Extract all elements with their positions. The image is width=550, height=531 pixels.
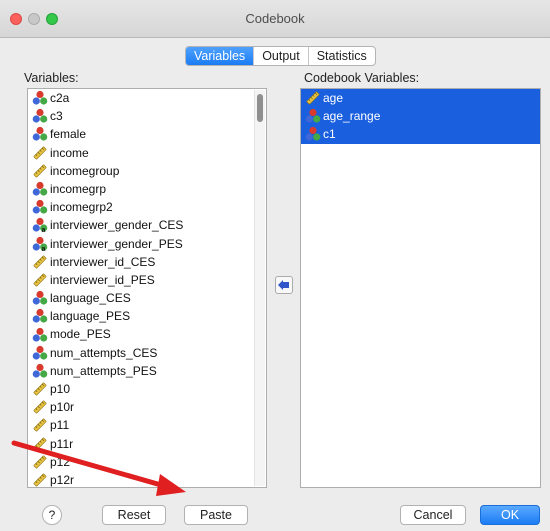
list-item-label: p12r xyxy=(50,472,75,487)
nominal-icon xyxy=(32,327,48,343)
list-item-label: interviewer_id_PES xyxy=(50,272,155,287)
list-item[interactable]: p10r xyxy=(28,398,266,416)
list-item[interactable]: incomegrp xyxy=(28,180,266,198)
list-item[interactable]: c3 xyxy=(28,107,266,125)
paste-button[interactable]: Paste xyxy=(184,505,248,525)
list-item[interactable]: language_CES xyxy=(28,289,266,307)
list-item-label: age_range xyxy=(323,109,381,124)
scale-icon xyxy=(32,163,48,179)
codebook-variables-list-rows: age age_range c1 xyxy=(301,89,540,144)
scale-icon xyxy=(32,454,48,470)
list-item-label: language_CES xyxy=(50,291,131,306)
list-item[interactable]: a interviewer_gender_CES xyxy=(28,216,266,234)
scale-icon xyxy=(32,417,48,433)
list-item[interactable]: incomegrp2 xyxy=(28,198,266,216)
variables-list-label: Variables: xyxy=(24,71,79,85)
list-item[interactable]: p12r xyxy=(28,471,266,487)
list-item[interactable]: num_attempts_CES xyxy=(28,344,266,362)
scale-icon xyxy=(32,272,48,288)
list-item[interactable]: language_PES xyxy=(28,307,266,325)
list-item-label: incomegrp2 xyxy=(50,200,113,215)
list-item[interactable]: interviewer_id_PES xyxy=(28,271,266,289)
list-item-label: p11r xyxy=(50,436,74,451)
nominal-icon xyxy=(32,90,48,106)
window-title: Codebook xyxy=(245,11,305,26)
nominal-icon xyxy=(32,199,48,215)
scale-icon xyxy=(32,381,48,397)
nominal-icon xyxy=(32,290,48,306)
list-item-label: interviewer_gender_PES xyxy=(50,236,183,251)
nominal-icon xyxy=(32,308,48,324)
list-item[interactable]: p11r xyxy=(28,435,266,453)
scale-icon xyxy=(305,90,321,106)
tab-variables[interactable]: Variables xyxy=(186,47,254,65)
list-item[interactable]: age_range xyxy=(301,107,540,126)
list-item-label: income xyxy=(50,145,89,160)
tab-statistics[interactable]: Statistics xyxy=(307,47,375,65)
list-item-label: female xyxy=(50,127,87,142)
scrollbar-thumb[interactable] xyxy=(257,94,263,122)
codebook-variables-list-label: Codebook Variables: xyxy=(304,71,420,85)
variables-list-rows: c2a c3 female income incomegroup incomegrp inc… xyxy=(28,89,266,487)
list-item-label: c3 xyxy=(50,109,63,124)
nominal-icon xyxy=(32,345,48,361)
scale-icon xyxy=(32,254,48,270)
list-item-label: incomegroup xyxy=(50,163,120,178)
list-item-label: interviewer_id_CES xyxy=(50,254,156,269)
list-item[interactable]: mode_PES xyxy=(28,325,266,343)
scale-icon xyxy=(32,436,48,452)
list-item-label: interviewer_gender_CES xyxy=(50,218,184,233)
list-item[interactable]: c2a xyxy=(28,89,266,107)
list-item-label: p12 xyxy=(50,454,71,469)
cancel-button[interactable]: Cancel xyxy=(400,505,466,525)
nominal-icon xyxy=(32,181,48,197)
nominal-icon xyxy=(305,108,321,124)
svg-text:a: a xyxy=(42,246,46,252)
scale-icon xyxy=(32,472,48,487)
list-item-label: p11 xyxy=(50,418,70,433)
list-item[interactable]: p10 xyxy=(28,380,266,398)
list-item[interactable]: p12 xyxy=(28,453,266,471)
list-item[interactable]: female xyxy=(28,125,266,143)
reset-button[interactable]: Reset xyxy=(102,505,166,525)
list-item[interactable]: a interviewer_gender_PES xyxy=(28,235,266,253)
nominal-icon xyxy=(32,126,48,142)
list-item-label: incomegrp xyxy=(50,181,107,196)
tab-output[interactable]: Output xyxy=(253,47,308,65)
scale-icon xyxy=(32,399,48,415)
list-item-label: c2a xyxy=(50,91,70,105)
tab-bar: Variables Output Statistics xyxy=(185,46,376,66)
svg-text:a: a xyxy=(42,227,46,233)
nominal-string-icon: a xyxy=(32,217,48,234)
nominal-icon xyxy=(305,126,321,142)
list-item[interactable]: num_attempts_PES xyxy=(28,362,266,380)
list-item-label: p10r xyxy=(50,400,75,415)
list-item[interactable]: incomegroup xyxy=(28,162,266,180)
list-item-label: p10 xyxy=(50,382,71,396)
list-item-label: language_PES xyxy=(50,309,131,324)
codebook-dialog: Codebook Variables Output Statistics Var… xyxy=(0,0,550,531)
ok-button[interactable]: OK xyxy=(480,505,540,525)
list-item[interactable]: income xyxy=(28,144,266,162)
variables-list[interactable]: c2a c3 female income incomegroup incomegrp inc… xyxy=(27,88,267,488)
list-item-label: c1 xyxy=(323,127,336,142)
list-item[interactable]: p11 xyxy=(28,416,266,434)
codebook-variables-list[interactable]: age age_range c1 xyxy=(300,88,541,488)
nominal-icon xyxy=(32,108,48,124)
list-item[interactable]: age xyxy=(301,89,540,108)
list-item-label: num_attempts_PES xyxy=(50,363,157,378)
move-left-arrow-icon xyxy=(278,280,289,290)
title-bar[interactable]: Codebook xyxy=(0,0,550,38)
list-item-label: age xyxy=(323,91,344,105)
variables-list-scrollbar[interactable] xyxy=(254,90,265,486)
list-item[interactable]: c1 xyxy=(301,125,540,144)
list-item-label: num_attempts_CES xyxy=(50,345,158,360)
list-item[interactable]: interviewer_id_CES xyxy=(28,253,266,271)
nominal-string-icon: a xyxy=(32,236,48,253)
list-item-label: mode_PES xyxy=(50,327,111,342)
nominal-icon xyxy=(32,363,48,379)
move-variable-button[interactable] xyxy=(275,276,293,294)
scale-icon xyxy=(32,145,48,161)
help-button[interactable]: ? xyxy=(42,505,62,525)
